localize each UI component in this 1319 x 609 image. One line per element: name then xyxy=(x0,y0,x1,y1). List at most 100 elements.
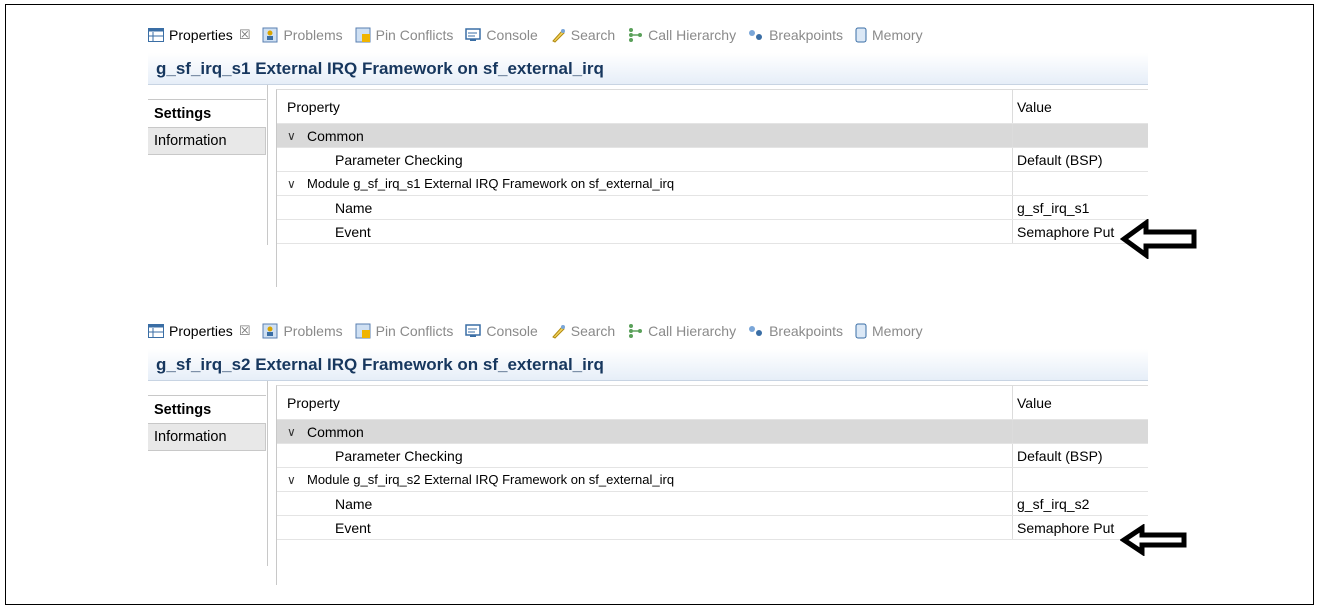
close-icon[interactable]: ☒ xyxy=(239,323,251,339)
properties-icon xyxy=(148,324,164,338)
memory-icon xyxy=(855,27,867,43)
call-hierarchy-icon xyxy=(629,28,643,42)
tab-problems[interactable]: Problems xyxy=(262,323,343,339)
memory-icon xyxy=(855,323,867,339)
properties-icon xyxy=(148,28,164,42)
property-name: Module g_sf_irq_s2 External IRQ Framewor… xyxy=(307,472,675,487)
table-row[interactable]: Parameter Checking Default (BSP) xyxy=(277,444,1148,468)
property-name: Name xyxy=(277,492,1013,515)
tab-label: Memory xyxy=(872,27,923,43)
tab-console[interactable]: Console xyxy=(465,27,538,43)
property-name: Module g_sf_irq_s1 External IRQ Framewor… xyxy=(307,176,675,191)
tab-label: Properties xyxy=(169,27,233,43)
property-value[interactable]: g_sf_irq_s1 xyxy=(1013,196,1148,219)
tab-breakpoints[interactable]: Breakpoints xyxy=(748,323,843,339)
column-header-property[interactable]: Property xyxy=(277,386,1013,419)
table-row[interactable]: Name g_sf_irq_s2 xyxy=(277,492,1148,516)
tab-properties[interactable]: Properties ☒ xyxy=(148,323,250,339)
tab-properties[interactable]: Properties ☒ xyxy=(148,27,250,43)
tab-memory[interactable]: Memory xyxy=(855,27,923,43)
property-name: Parameter Checking xyxy=(277,444,1013,467)
tab-label: Breakpoints xyxy=(769,27,844,43)
left-arrow-icon xyxy=(1120,524,1187,556)
tab-label: Console xyxy=(486,323,538,339)
tab-settings[interactable]: Settings xyxy=(148,99,266,127)
tab-label: Call Hierarchy xyxy=(648,27,737,43)
tab-search[interactable]: Search xyxy=(550,27,615,43)
problems-icon xyxy=(262,323,278,339)
search-icon xyxy=(551,325,565,339)
property-name: Event xyxy=(277,220,1013,243)
view-tab-bar: Properties ☒ Problems Pin Conflicts Cons… xyxy=(148,313,1148,349)
tab-information[interactable]: Information xyxy=(148,127,266,155)
tab-label: Pin Conflicts xyxy=(375,27,454,43)
close-icon[interactable]: ☒ xyxy=(239,27,251,43)
tab-label: Problems xyxy=(283,27,343,43)
table-row[interactable]: Event Semaphore Put xyxy=(277,220,1148,244)
tab-label: Search xyxy=(570,323,616,339)
view-tab-bar: Properties ☒ Problems Pin Conflicts Cons… xyxy=(148,17,1148,53)
table-row[interactable]: ∨ Module g_sf_irq_s1 External IRQ Framewo… xyxy=(277,172,1148,196)
chevron-down-icon[interactable]: ∨ xyxy=(287,129,307,143)
tab-label: Pin Conflicts xyxy=(375,323,454,339)
left-arrow-icon xyxy=(1120,219,1197,259)
table-header: Property Value xyxy=(277,90,1148,124)
table-row[interactable]: ∨ Common xyxy=(277,124,1148,148)
property-value[interactable]: Default (BSP) xyxy=(1013,444,1148,467)
property-name: Parameter Checking xyxy=(277,148,1013,171)
tab-label: Problems xyxy=(283,323,343,339)
problems-icon xyxy=(262,27,278,43)
property-value xyxy=(1013,172,1148,195)
properties-view-1: Properties ☒ Problems Pin Conflicts Cons… xyxy=(148,17,1148,287)
tab-console[interactable]: Console xyxy=(465,323,538,339)
tab-memory[interactable]: Memory xyxy=(855,323,923,339)
property-table: Property Value ∨ Common Parameter Checkin… xyxy=(276,385,1148,585)
tab-search[interactable]: Search xyxy=(550,323,615,339)
call-hierarchy-icon xyxy=(629,324,643,338)
tab-call-hierarchy[interactable]: Call Hierarchy xyxy=(627,27,736,43)
table-row[interactable]: ∨ Module g_sf_irq_s2 External IRQ Framewo… xyxy=(277,468,1148,492)
property-name: Common xyxy=(307,423,364,440)
column-header-property[interactable]: Property xyxy=(277,90,1013,123)
column-header-value[interactable]: Value xyxy=(1013,90,1148,123)
tab-label: Console xyxy=(486,27,538,43)
chevron-down-icon[interactable]: ∨ xyxy=(287,473,307,487)
tab-call-hierarchy[interactable]: Call Hierarchy xyxy=(627,323,736,339)
search-icon xyxy=(551,29,565,43)
tab-label: Search xyxy=(570,27,616,43)
chevron-down-icon[interactable]: ∨ xyxy=(287,177,307,191)
tab-label: Memory xyxy=(872,323,923,339)
table-row[interactable]: Parameter Checking Default (BSP) xyxy=(277,148,1148,172)
table-row[interactable]: Event Semaphore Put xyxy=(277,516,1148,540)
table-header: Property Value xyxy=(277,386,1148,420)
settings-sidebar: Settings Information xyxy=(148,381,268,566)
tab-settings[interactable]: Settings xyxy=(148,395,266,423)
tab-label: Breakpoints xyxy=(769,323,844,339)
pin-conflicts-icon xyxy=(355,27,371,43)
column-header-value[interactable]: Value xyxy=(1013,386,1148,419)
property-name: Common xyxy=(307,127,364,144)
console-icon xyxy=(465,324,482,337)
table-row[interactable]: ∨ Common xyxy=(277,420,1148,444)
page-title: g_sf_irq_s1 External IRQ Framework on sf… xyxy=(156,59,604,78)
table-row[interactable]: Name g_sf_irq_s1 xyxy=(277,196,1148,220)
property-value xyxy=(1013,124,1148,147)
tab-problems[interactable]: Problems xyxy=(262,27,343,43)
tab-information[interactable]: Information xyxy=(148,423,266,451)
breakpoints-icon xyxy=(749,30,763,40)
property-value[interactable]: Default (BSP) xyxy=(1013,148,1148,171)
chevron-down-icon[interactable]: ∨ xyxy=(287,425,307,439)
property-table: Property Value ∨ Common Parameter Checkin… xyxy=(276,89,1148,287)
property-value[interactable]: g_sf_irq_s2 xyxy=(1013,492,1148,515)
property-value xyxy=(1013,420,1148,443)
tab-breakpoints[interactable]: Breakpoints xyxy=(748,27,843,43)
breakpoints-icon xyxy=(749,326,763,336)
tab-pin-conflicts[interactable]: Pin Conflicts xyxy=(355,323,454,339)
tab-pin-conflicts[interactable]: Pin Conflicts xyxy=(355,27,454,43)
tab-label: Call Hierarchy xyxy=(648,323,737,339)
property-name: Event xyxy=(277,516,1013,539)
property-name: Name xyxy=(277,196,1013,219)
settings-sidebar: Settings Information xyxy=(148,85,268,245)
property-value xyxy=(1013,468,1148,491)
properties-view-2: Properties ☒ Problems Pin Conflicts Cons… xyxy=(148,313,1148,595)
